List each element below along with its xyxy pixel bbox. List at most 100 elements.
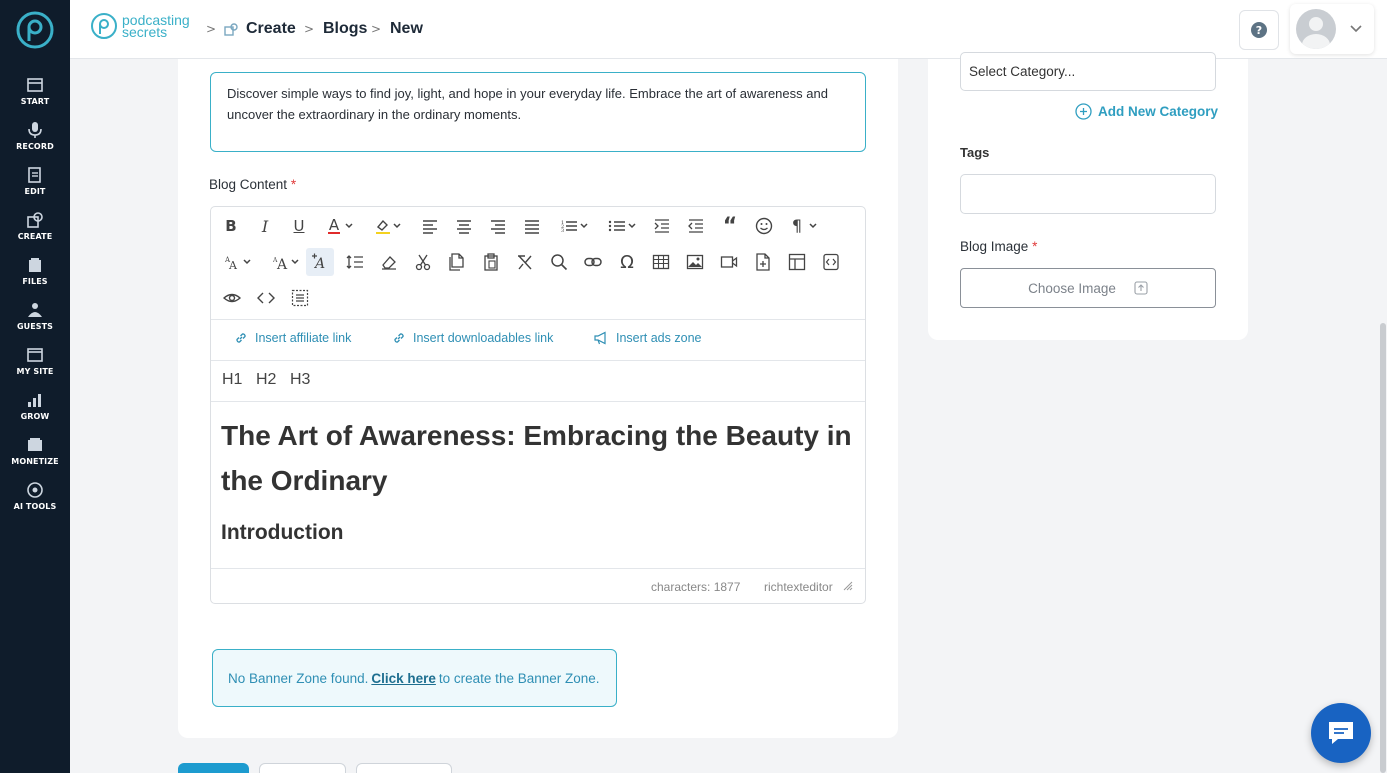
ordered-list-button[interactable]: 123	[554, 212, 594, 240]
embed-code-button[interactable]	[817, 248, 845, 276]
chat-button[interactable]	[1311, 703, 1371, 763]
breadcrumb-separator: >	[304, 22, 315, 36]
code-icon	[257, 292, 275, 304]
toolbar-row-1: B I U A 123 “ ¶	[211, 212, 865, 248]
bold-button[interactable]: B	[217, 212, 245, 240]
tags-label: Tags	[960, 145, 990, 160]
sidebar-item-edit[interactable]: EDIT	[0, 156, 70, 196]
create-banner-zone-link[interactable]: Click here	[371, 671, 436, 686]
insert-document-button[interactable]	[749, 248, 777, 276]
paragraph-icon: ¶	[792, 217, 817, 235]
bullet-list-button[interactable]	[602, 212, 642, 240]
outdent-button[interactable]	[682, 212, 710, 240]
chat-icon	[1329, 722, 1353, 744]
emoji-button[interactable]	[750, 212, 778, 240]
tertiary-button[interactable]	[356, 763, 452, 773]
italic-button[interactable]: I	[251, 212, 279, 240]
insert-affiliate-link[interactable]: Insert affiliate link	[234, 331, 351, 345]
align-center-button[interactable]	[450, 212, 478, 240]
insert-downloadables-link[interactable]: Insert downloadables link	[392, 331, 553, 345]
align-right-button[interactable]	[484, 212, 512, 240]
preview-button[interactable]	[218, 284, 246, 312]
line-height-button[interactable]	[341, 248, 369, 276]
save-button[interactable]	[178, 763, 249, 773]
justify-button[interactable]	[518, 212, 546, 240]
breadcrumb-blogs[interactable]: Blogs	[323, 20, 367, 38]
secondary-button[interactable]	[259, 763, 346, 773]
sidebar-item-my-site[interactable]: MY SITE	[0, 336, 70, 376]
align-right-icon	[491, 220, 505, 234]
tags-input[interactable]	[960, 174, 1216, 214]
content-subheading[interactable]: Introduction	[221, 521, 343, 545]
select-all-button[interactable]	[286, 284, 314, 312]
help-button[interactable]: ?	[1239, 10, 1279, 50]
font-color-icon: A	[328, 217, 353, 234]
format-strike-icon	[518, 255, 532, 270]
sidebar-item-files[interactable]: FILES	[0, 246, 70, 286]
brand-logo[interactable]: podcasting secrets	[90, 12, 190, 40]
video-button[interactable]	[715, 248, 743, 276]
sidebar-item-ai-tools[interactable]: AI TOOLS	[0, 471, 70, 511]
indent-button[interactable]	[648, 212, 676, 240]
cut-button[interactable]	[409, 248, 437, 276]
h3-button[interactable]: H3	[290, 371, 310, 389]
font-family-icon: AA	[273, 257, 299, 271]
sidebar: START RECORD EDIT CREATE FILES GUESTS MY…	[0, 0, 70, 773]
add-new-category-button[interactable]: Add New Category	[1075, 103, 1218, 120]
sidebar-item-grow[interactable]: GROW	[0, 381, 70, 421]
font-color-button[interactable]: A	[321, 212, 361, 240]
clear-format-button[interactable]: A	[306, 248, 334, 276]
sidebar-item-create[interactable]: CREATE	[0, 201, 70, 241]
align-left-button[interactable]	[416, 212, 444, 240]
justify-icon	[525, 220, 539, 234]
breadcrumb-create[interactable]: Create	[246, 20, 296, 38]
paragraph-button[interactable]: ¶	[785, 212, 825, 240]
link-button[interactable]	[579, 248, 607, 276]
font-family-button[interactable]: AA	[267, 248, 307, 276]
chart-icon	[28, 394, 41, 407]
special-char-button[interactable]: Ω	[613, 248, 641, 276]
eraser-button[interactable]	[375, 248, 403, 276]
podcasting-logo-icon	[91, 13, 117, 39]
link-icon	[584, 257, 602, 267]
image-button[interactable]	[681, 248, 709, 276]
code-view-button[interactable]	[252, 284, 280, 312]
resize-handle-icon[interactable]	[843, 581, 853, 591]
font-size-button[interactable]: AA	[219, 248, 259, 276]
description-textarea[interactable]: Discover simple ways to find joy, light,…	[210, 72, 866, 152]
sidebar-item-monetize[interactable]: MONETIZE	[0, 426, 70, 466]
indent-icon	[654, 219, 669, 233]
find-button[interactable]	[545, 248, 573, 276]
sidebar-item-guests[interactable]: GUESTS	[0, 291, 70, 331]
eye-icon	[223, 293, 241, 303]
sidebar-item-label: EDIT	[24, 187, 46, 196]
podcasting-logo-icon[interactable]	[15, 11, 55, 51]
paste-text-button[interactable]	[511, 248, 539, 276]
editor-name: richtexteditor	[764, 580, 833, 594]
choose-image-button[interactable]: Choose Image	[960, 268, 1216, 308]
help-icon: ?	[1251, 22, 1267, 38]
content-heading[interactable]: The Art of Awareness: Embracing the Beau…	[221, 413, 861, 503]
h2-button[interactable]: H2	[256, 371, 276, 389]
start-icon	[27, 78, 43, 92]
category-select[interactable]: Select Category...	[960, 52, 1216, 91]
underline-button[interactable]: U	[285, 212, 313, 240]
blockquote-button[interactable]: “	[716, 212, 744, 240]
h1-button[interactable]: H1	[222, 371, 242, 389]
user-menu[interactable]	[1290, 4, 1374, 54]
paste-button[interactable]	[477, 248, 505, 276]
copy-button[interactable]	[443, 248, 471, 276]
highlight-icon	[376, 219, 401, 234]
chevron-down-icon	[1350, 25, 1362, 33]
template-button[interactable]	[783, 248, 811, 276]
toolbar-row-3	[211, 284, 865, 320]
sidebar-item-record[interactable]: RECORD	[0, 111, 70, 151]
sidebar-item-start[interactable]: START	[0, 66, 70, 106]
omega-icon: Ω	[620, 251, 634, 273]
table-button[interactable]	[647, 248, 675, 276]
highlight-color-button[interactable]	[369, 212, 409, 240]
document-add-icon	[756, 253, 770, 271]
insert-ads-zone[interactable]: Insert ads zone	[593, 331, 701, 345]
breadcrumb-separator: >	[206, 22, 217, 36]
page-scrollbar[interactable]	[1380, 323, 1386, 773]
